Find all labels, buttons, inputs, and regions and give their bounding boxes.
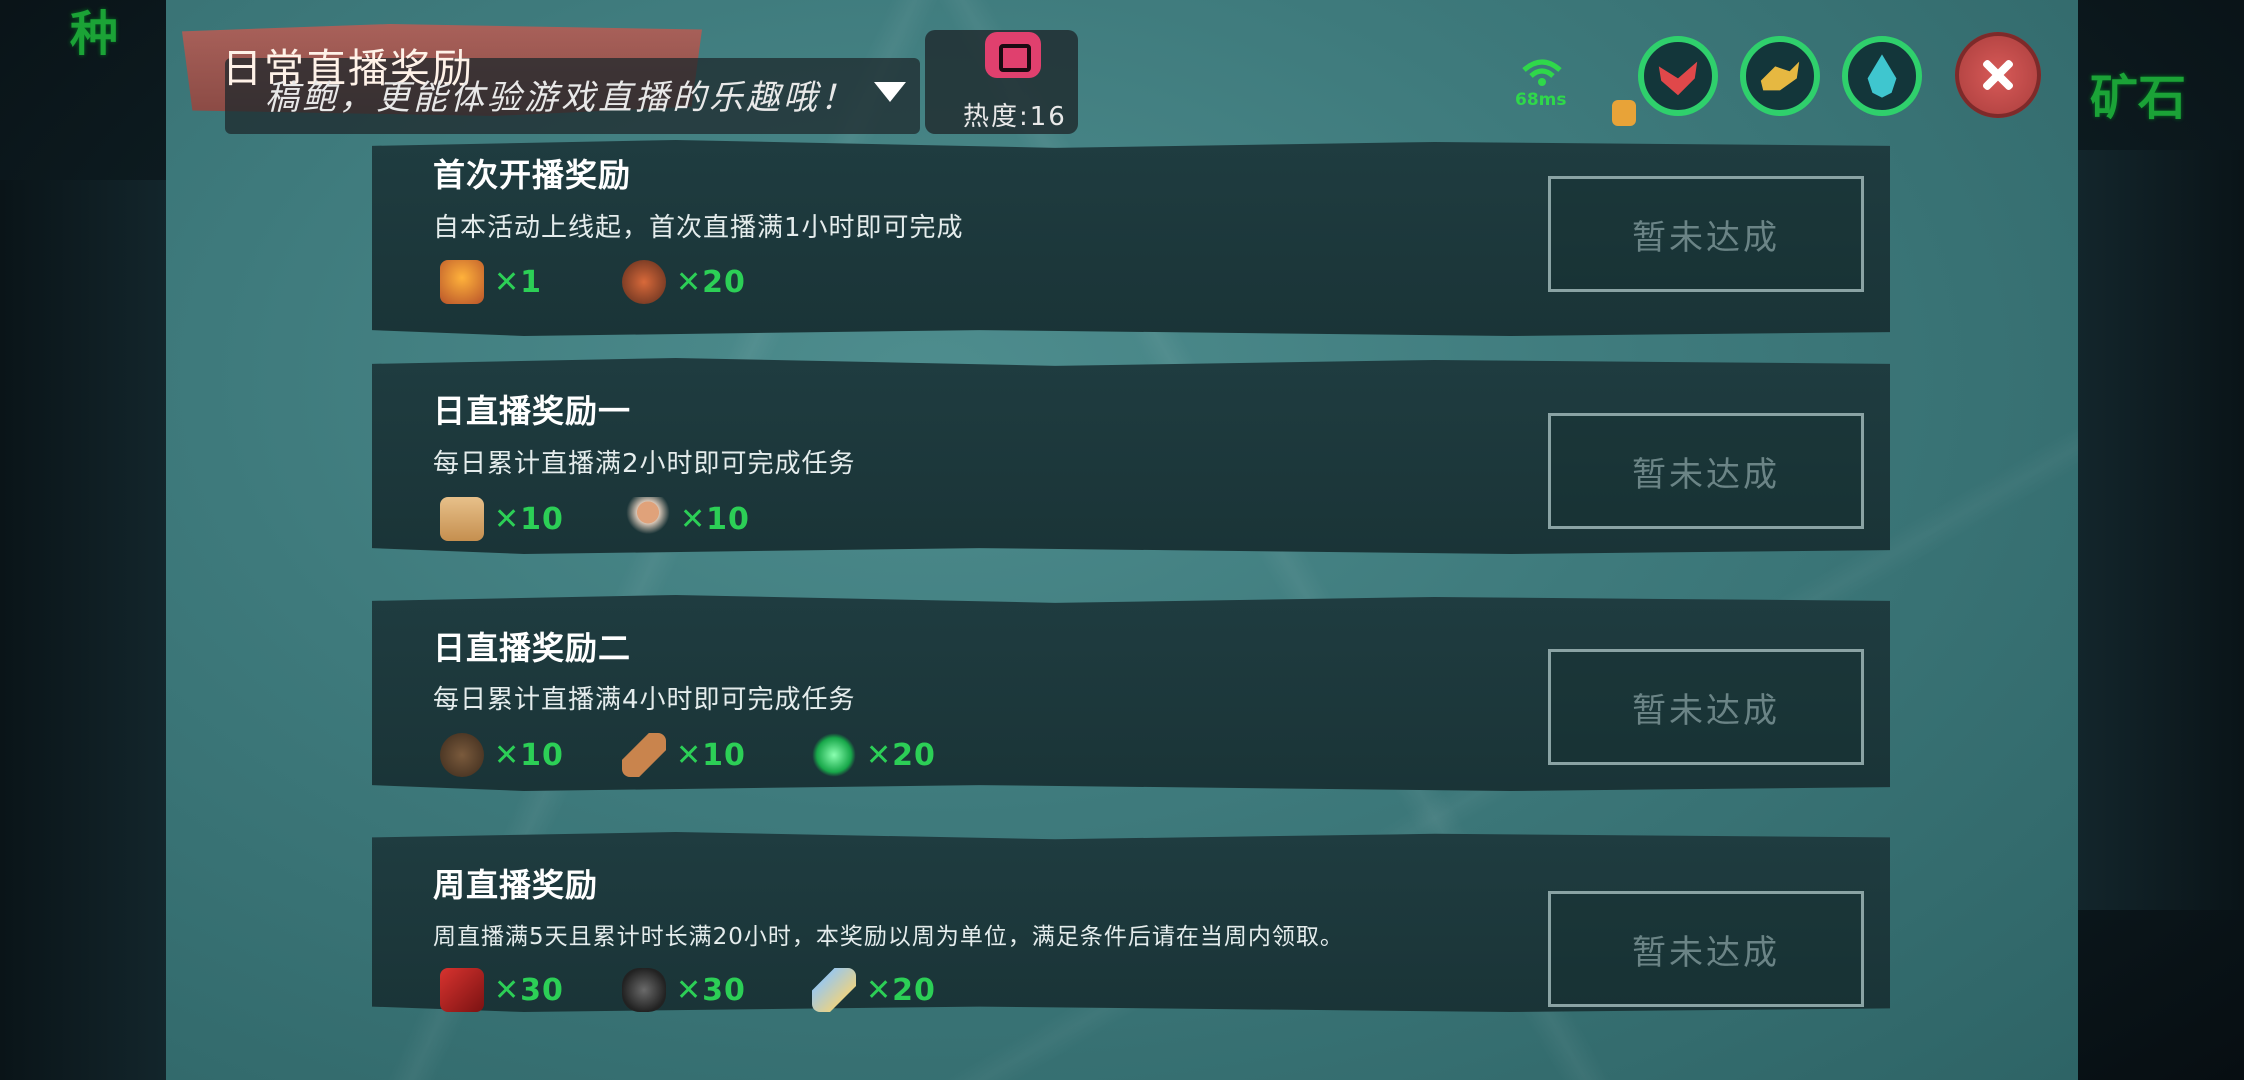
- reward-item: ✕10: [440, 733, 564, 777]
- status-button[interactable]: 暂未达成: [1548, 649, 1864, 765]
- campfire-icon: [440, 260, 484, 304]
- reward-title: 周直播奖励: [433, 866, 599, 904]
- dark-ore-icon: [622, 968, 666, 1012]
- reward-desc: 自本活动上线起，首次直播满1小时即可完成: [433, 213, 964, 243]
- reward-item: ✕1: [440, 260, 542, 304]
- dropdown-arrow-icon[interactable]: [874, 82, 906, 102]
- status-button[interactable]: 暂未达成: [1548, 891, 1864, 1007]
- stomach-icon: [1760, 61, 1800, 91]
- shield-badge-icon: [1612, 100, 1636, 126]
- reward-item: ✕30: [622, 968, 746, 1012]
- background-text-left: 种: [70, 6, 119, 62]
- reward-desc: 周直播满5天且累计时长满20小时，本奖励以周为单位，满足条件后请在当周内领取。: [433, 924, 1344, 950]
- reward-item: ✕10: [440, 497, 564, 541]
- reward-item: ✕20: [622, 260, 746, 304]
- fish-icon: [812, 968, 856, 1012]
- status-button[interactable]: 暂未达成: [1548, 413, 1864, 529]
- health-ring[interactable]: [1638, 36, 1718, 116]
- red-gift-icon: [440, 968, 484, 1012]
- water-ring[interactable]: [1842, 36, 1922, 116]
- status-button[interactable]: 暂未达成: [1548, 176, 1864, 292]
- reward-item: ✕20: [812, 968, 936, 1012]
- reward-title: 首次开播奖励: [433, 156, 632, 194]
- heat-label: 热度:16: [963, 102, 1067, 132]
- live-logo-icon: [985, 32, 1041, 78]
- ore-pile-icon: [440, 733, 484, 777]
- background-shelf-left: [0, 180, 170, 1080]
- wifi-icon: [1522, 59, 1562, 86]
- background-shelf-right: [2074, 150, 2244, 910]
- reward-item: ✕20: [812, 733, 936, 777]
- background-text-right: 矿石: [2090, 70, 2187, 126]
- ping-value: 68ms: [1515, 90, 1567, 110]
- food-plate-icon: [622, 260, 666, 304]
- reward-desc: 每日累计直播满4小时即可完成任务: [433, 685, 856, 715]
- close-button[interactable]: [1955, 32, 2041, 118]
- reward-desc: 每日累计直播满2小时即可完成任务: [433, 449, 856, 479]
- green-gem-icon: [812, 733, 856, 777]
- pet-food-bag-icon: [440, 497, 484, 541]
- reward-item: ✕10: [622, 733, 746, 777]
- ticker-text: 稿鲍，更能体验游戏直播的乐趣哦！: [265, 78, 857, 118]
- heart-icon: [1658, 61, 1698, 96]
- reward-item: ✕30: [440, 968, 564, 1012]
- reward-title: 日直播奖励二: [433, 629, 632, 667]
- bread-icon: [622, 733, 666, 777]
- water-drop-icon: [1867, 54, 1897, 98]
- hunger-ring[interactable]: [1740, 36, 1820, 116]
- reward-item: ✕10: [626, 497, 750, 541]
- lollipop-icon: [626, 497, 670, 541]
- reward-title: 日直播奖励一: [433, 392, 632, 430]
